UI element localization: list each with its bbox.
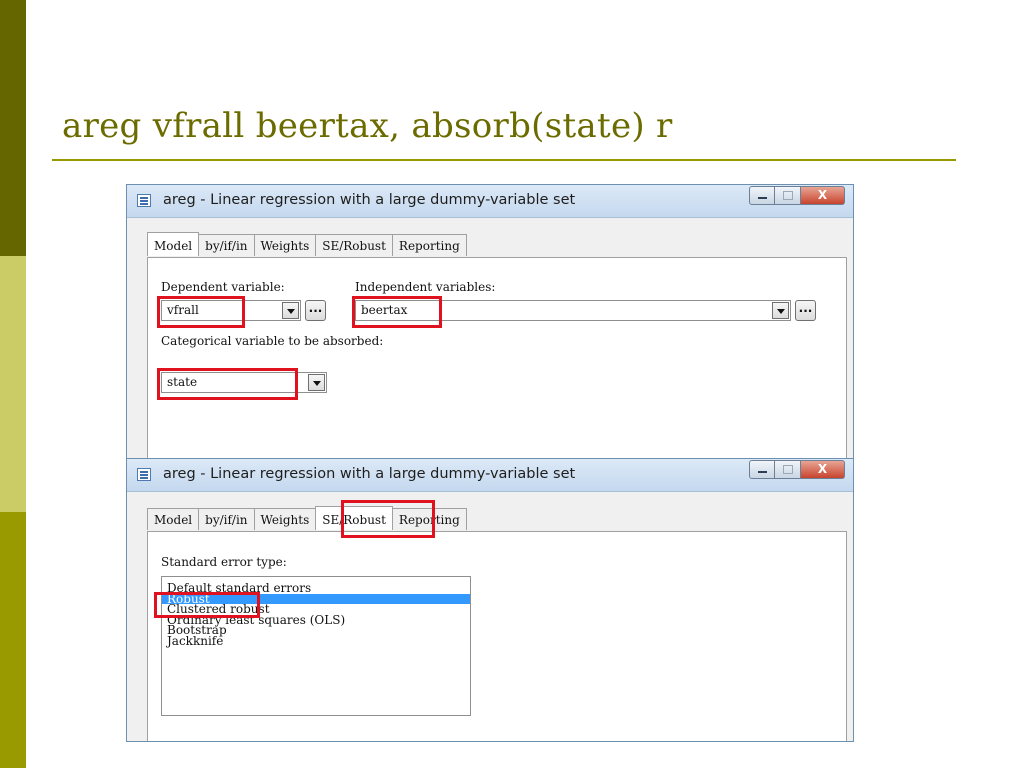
dependent-variable-label: Dependent variable:	[161, 280, 285, 294]
stata-dialog-icon	[137, 468, 151, 481]
areg-dialog-model: areg - Linear regression with a large du…	[126, 184, 854, 474]
independent-variables-value: beertax	[361, 303, 408, 317]
dropdown-arrow-icon[interactable]	[772, 302, 789, 319]
model-panel: Dependent variable: vfrall ... Independe…	[147, 257, 847, 473]
window-controls: X	[749, 186, 845, 205]
window-title: areg - Linear regression with a large du…	[163, 192, 576, 208]
tab-by-if-in[interactable]: by/if/in	[198, 234, 255, 256]
tab-weights[interactable]: Weights	[253, 508, 317, 530]
se-type-label: Standard error type:	[161, 555, 287, 569]
independent-variables-label: Independent variables:	[355, 280, 496, 294]
independent-variables-browse-button[interactable]: ...	[795, 300, 816, 321]
dropdown-arrow-icon[interactable]	[308, 374, 325, 391]
close-button[interactable]: X	[801, 460, 845, 479]
absorb-variable-combo[interactable]: state	[161, 372, 327, 393]
minimize-icon[interactable]	[749, 460, 775, 479]
absorb-variable-label: Categorical variable to be absorbed:	[161, 334, 384, 348]
accent-stripe-bottom	[0, 512, 26, 768]
accent-stripe-top	[0, 0, 26, 256]
accent-stripe-middle	[0, 256, 26, 512]
se-type-listbox[interactable]: Default standard errors Robust Clustered…	[161, 576, 471, 716]
tab-reporting[interactable]: Reporting	[391, 234, 467, 256]
dropdown-arrow-icon[interactable]	[282, 302, 299, 319]
list-item[interactable]: Jackknife	[162, 635, 470, 647]
tab-model[interactable]: Model	[147, 508, 200, 530]
window-controls: X	[749, 460, 845, 479]
tab-reporting[interactable]: Reporting	[391, 508, 467, 530]
dependent-variable-combo[interactable]: vfrall	[161, 300, 301, 321]
titlebar: areg - Linear regression with a large du…	[127, 185, 853, 218]
maximize-icon[interactable]	[775, 186, 801, 205]
stata-dialog-icon	[137, 194, 151, 207]
dependent-variable-value: vfrall	[167, 303, 199, 317]
minimize-icon[interactable]	[749, 186, 775, 205]
maximize-icon[interactable]	[775, 460, 801, 479]
title-divider	[52, 159, 956, 161]
window-title: areg - Linear regression with a large du…	[163, 466, 576, 482]
absorb-variable-value: state	[167, 375, 198, 389]
tab-se-robust[interactable]: SE/Robust	[315, 234, 393, 256]
tab-model[interactable]: Model	[147, 232, 200, 256]
dependent-variable-browse-button[interactable]: ...	[305, 300, 326, 321]
tab-strip: Model by/if/in Weights SE/Robust Reporti…	[147, 232, 467, 256]
independent-variables-combo[interactable]: beertax	[355, 300, 791, 321]
tab-se-robust[interactable]: SE/Robust	[315, 506, 393, 530]
slide-title: areg vfrall beertax, absorb(state) r	[62, 106, 673, 146]
areg-dialog-se-robust: areg - Linear regression with a large du…	[126, 458, 854, 742]
tab-strip: Model by/if/in Weights SE/Robust Reporti…	[147, 506, 467, 530]
close-button[interactable]: X	[801, 186, 845, 205]
titlebar: areg - Linear regression with a large du…	[127, 459, 853, 492]
tab-weights[interactable]: Weights	[253, 234, 317, 256]
tab-by-if-in[interactable]: by/if/in	[198, 508, 255, 530]
